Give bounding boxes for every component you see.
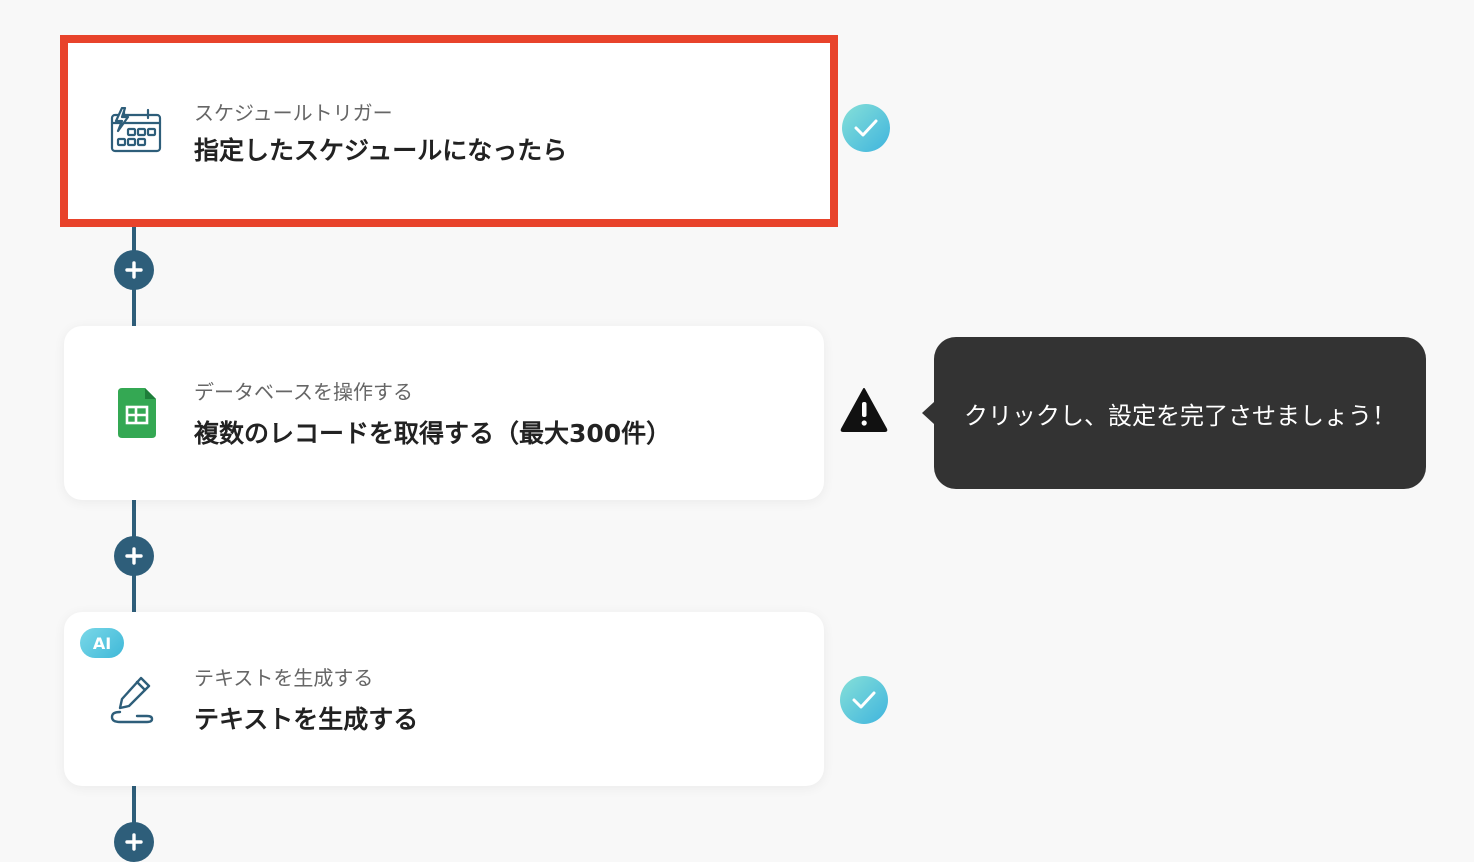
plus-icon [125, 261, 143, 279]
tooltip-text: クリックし、設定を完了させましょう！ [964, 401, 1396, 430]
calendar-schedule-icon [106, 101, 166, 161]
step-title: 指定したスケジュールになったら [194, 136, 568, 165]
pencil-write-icon [104, 669, 164, 729]
warning-icon [840, 386, 888, 434]
step-subtitle: スケジュールトリガー [194, 101, 393, 125]
step-title: テキストを生成する [194, 705, 419, 734]
add-step-button[interactable] [114, 536, 154, 576]
google-sheets-icon [108, 383, 168, 443]
tooltip-arrow [922, 402, 934, 424]
check-icon [840, 676, 888, 724]
add-step-button[interactable] [114, 822, 154, 862]
step-card-database[interactable]: データベースを操作する 複数のレコードを取得する（最大300件） [64, 326, 824, 500]
step-subtitle: テキストを生成する [194, 666, 374, 690]
ai-badge: AI [80, 628, 124, 658]
hint-tooltip: クリックし、設定を完了させましょう！ [934, 337, 1426, 489]
step-card-schedule-trigger[interactable]: スケジュールトリガー 指定したスケジュールになったら [60, 35, 838, 227]
step-subtitle: データベースを操作する [194, 380, 413, 404]
plus-icon [125, 833, 143, 851]
check-icon [842, 104, 890, 152]
step-card-generate-text[interactable]: AI テキストを生成する テキストを生成する [64, 612, 824, 786]
step-title: 複数のレコードを取得する（最大300件） [194, 419, 672, 448]
plus-icon [125, 547, 143, 565]
add-step-button[interactable] [114, 250, 154, 290]
